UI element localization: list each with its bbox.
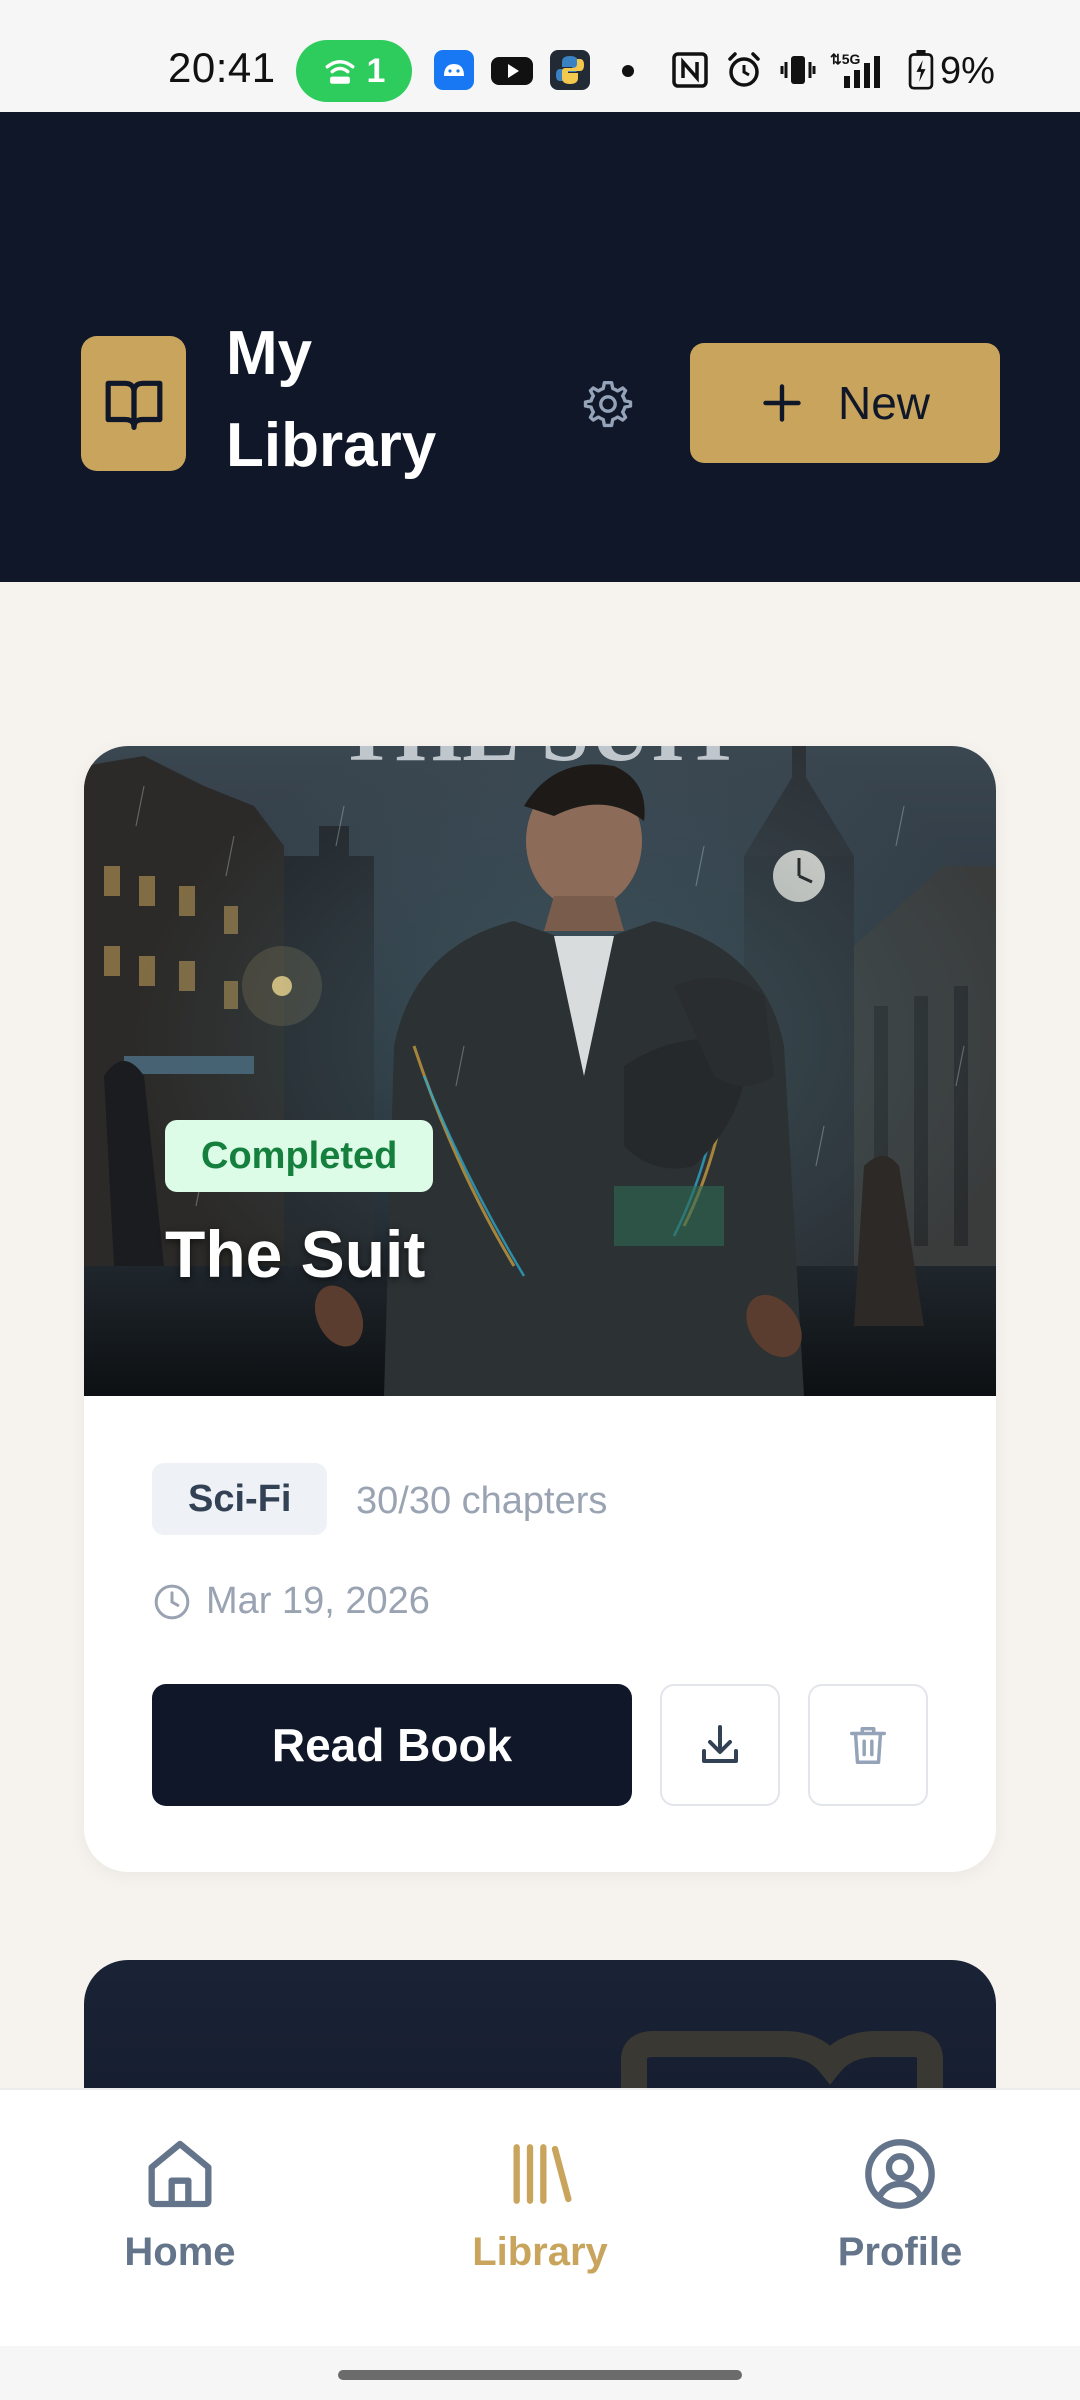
download-icon [702,1725,738,1763]
screen: 20:41 1 ⇅5G 9% My Library New Completed … [0,0,1080,2400]
cover-title-text: THE SUIT [338,746,742,779]
bottom-nav: Home Library Profile [0,2088,1080,2346]
cover-illustration: THE SUIT [84,746,996,1396]
status-badge: Completed [165,1120,434,1192]
battery-percent: 9% [940,50,995,92]
svg-text:⇅5G: ⇅5G [830,51,861,67]
nfc-icon [672,52,708,88]
nav-label-profile: Profile [837,2230,963,2274]
date-row: Mar 19, 2026 [152,1580,430,1623]
trash-icon [849,1726,887,1764]
hotspot-pill: 1 [296,40,412,102]
book-open-icon [105,380,162,430]
settings-button[interactable] [578,374,638,434]
delete-button[interactable] [808,1684,928,1806]
alarm-icon [728,52,760,87]
page-title: My Library [226,319,437,480]
profile-icon [865,2139,935,2209]
book-date: Mar 19, 2026 [206,1580,430,1622]
clock-icon [154,1584,190,1619]
status-time: 20:41 [168,44,276,91]
nav-label-home: Home [124,2230,236,2274]
nav-item-home[interactable]: Home [70,2134,290,2294]
nav-label-library: Library [472,2230,608,2274]
nav-item-library[interactable]: Library [430,2134,650,2294]
library-icon [513,2144,572,2204]
home-icon [148,2140,212,2208]
gesture-bar[interactable] [338,2370,742,2380]
youtube-icon [491,57,533,85]
android-icon [434,50,474,90]
chapter-count: 30/30 chapters [356,1480,608,1522]
new-button-label: New [837,377,931,429]
new-book-button[interactable]: New [690,343,1000,463]
read-book-button[interactable]: Read Book [152,1684,632,1806]
status-bar: 20:41 1 ⇅5G 9% [0,0,1080,112]
hotspot-count: 1 [366,51,386,90]
signal-5g-icon: ⇅5G [830,51,880,88]
vibrate-icon [780,56,816,84]
gear-icon [583,380,633,428]
python-icon [550,50,590,90]
book-cover[interactable]: THE SUIT [84,746,996,1396]
genre-tag: Sci-Fi [152,1463,328,1535]
battery-charging-icon [908,50,934,90]
plus-icon [763,384,801,422]
download-button[interactable] [660,1684,780,1806]
library-logo [81,336,186,471]
wifi-hotspot-icon [325,60,354,84]
nav-item-profile[interactable]: Profile [790,2134,1010,2294]
book-title: The Suit [165,1217,426,1291]
app-header: My Library New [0,112,1080,582]
gesture-area [0,2346,1080,2400]
book-card[interactable]: THE SUIT [84,746,996,1872]
dot-icon [622,65,634,77]
